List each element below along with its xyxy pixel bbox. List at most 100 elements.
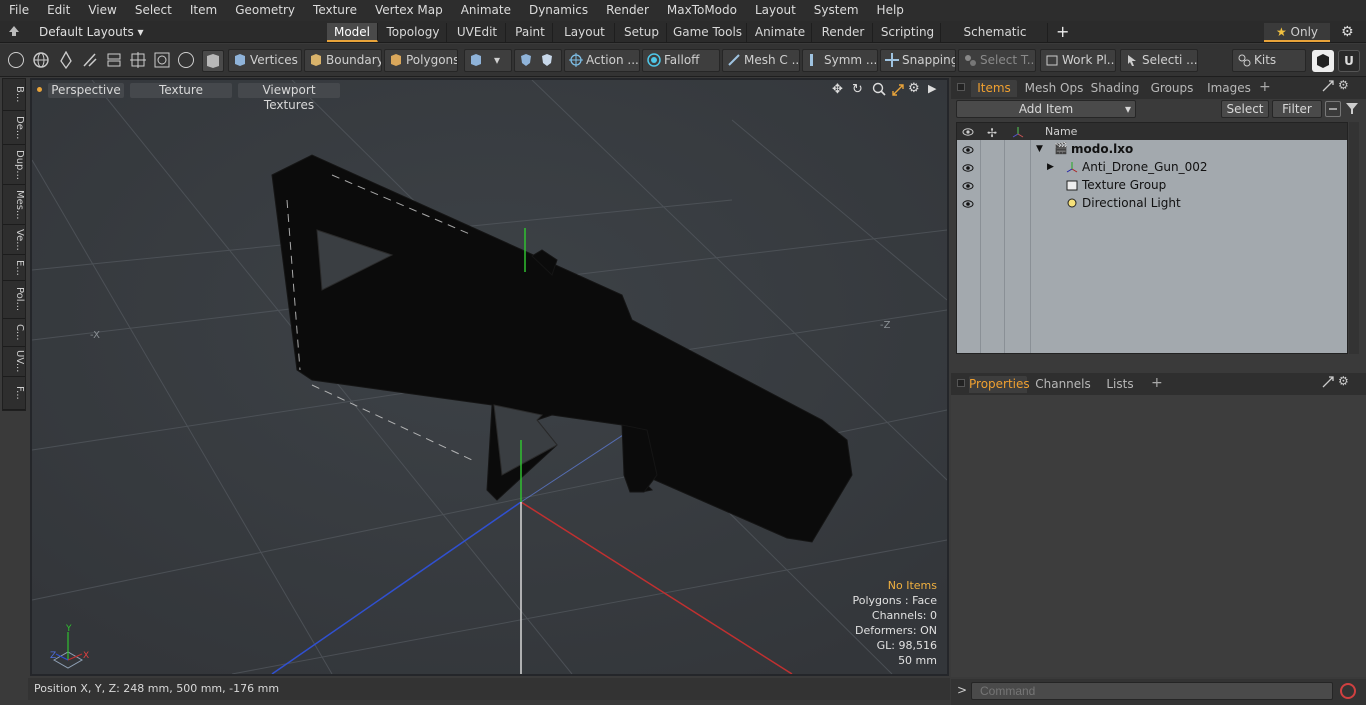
menu-view[interactable]: View — [79, 0, 125, 21]
zoom-view-icon[interactable] — [872, 82, 886, 96]
polygons-button[interactable]: Polygons — [384, 49, 458, 72]
item-row-scene[interactable]: ▼ 🎬 modo.lxo — [957, 140, 1347, 158]
tab-shading[interactable]: Shading — [1089, 80, 1141, 97]
layout-collapse-icon[interactable] — [8, 25, 20, 37]
pen-icon[interactable] — [58, 50, 74, 70]
tab-layout[interactable]: Layout — [555, 23, 615, 42]
move-view-icon[interactable]: ✥ — [832, 82, 843, 97]
tab-basic[interactable]: B... — [3, 79, 25, 111]
add-item-button[interactable]: Add Item ▾ — [956, 100, 1136, 118]
tab-animate[interactable]: Animate — [749, 23, 812, 42]
item-row-directional-light[interactable]: Directional Light — [957, 194, 1347, 212]
tab-polygon[interactable]: Pol... — [3, 281, 25, 319]
tab-properties[interactable]: Properties — [969, 376, 1030, 393]
panel-menu-icon[interactable] — [957, 379, 965, 387]
menu-texture[interactable]: Texture — [304, 0, 366, 21]
tab-uvedit[interactable]: UVEdit — [449, 23, 506, 42]
panel-gear-icon[interactable]: ⚙ — [1338, 78, 1349, 92]
name-column-header[interactable]: Name — [1045, 123, 1077, 140]
boundary-button[interactable]: Boundary — [304, 49, 382, 72]
selection-button[interactable]: Selecti ... — [1120, 49, 1198, 72]
mesh-constraint-button[interactable]: Mesh C ... — [722, 49, 800, 72]
visibility-eye-icon[interactable] — [962, 179, 974, 191]
menu-select[interactable]: Select — [126, 0, 181, 21]
viewport-menu-dot-icon[interactable] — [37, 87, 42, 92]
only-toggle[interactable]: ★ Only — [1264, 23, 1330, 42]
rotate-view-icon[interactable]: ↻ — [852, 82, 863, 97]
menu-edit[interactable]: Edit — [38, 0, 79, 21]
tab-deform[interactable]: De... — [3, 111, 25, 145]
item-list[interactable]: ✢ Name ▼ 🎬 modo.lxo ▶ Anti_Drone_Gun_002… — [956, 122, 1348, 354]
menu-vertex-map[interactable]: Vertex Map — [366, 0, 452, 21]
menu-help[interactable]: Help — [868, 0, 913, 21]
menu-animate[interactable]: Animate — [452, 0, 520, 21]
add-panel-tab-icon[interactable]: + — [1151, 375, 1163, 391]
panel-gear-icon[interactable]: ⚙ — [1338, 374, 1349, 388]
tab-render[interactable]: Render — [814, 23, 873, 42]
viewport-scene[interactable]: -X -Z Y X Z — [32, 80, 947, 674]
kits-button[interactable]: Kits — [1232, 49, 1306, 72]
align-icon[interactable] — [105, 51, 123, 69]
command-input[interactable] — [971, 682, 1333, 700]
tab-schematic-fusion[interactable]: Schematic Fusion — [943, 23, 1048, 58]
item-row-texture-group[interactable]: Texture Group — [957, 176, 1347, 194]
globe-icon[interactable] — [32, 51, 50, 69]
tab-topology[interactable]: Topology — [380, 23, 447, 42]
tab-game-tools[interactable]: Game Tools — [669, 23, 747, 42]
vertices-button[interactable]: Vertices — [228, 49, 302, 72]
modo-cube-icon[interactable] — [1312, 50, 1334, 72]
tab-paint[interactable]: Paint — [508, 23, 553, 42]
center-icon[interactable] — [129, 51, 147, 69]
sculpt-icon[interactable] — [81, 51, 99, 69]
tab-channels[interactable]: Channels — [1035, 376, 1091, 393]
collapse-list-icon[interactable] — [1325, 101, 1341, 117]
add-tab-icon[interactable]: + — [1056, 22, 1069, 41]
tab-duplicate[interactable]: Dup... — [3, 145, 25, 185]
play-arrow-icon[interactable]: ▶ — [928, 82, 936, 95]
panel-menu-icon[interactable] — [957, 83, 965, 91]
visibility-eye-icon[interactable] — [962, 161, 974, 173]
snapping-button[interactable]: Snapping — [880, 49, 956, 72]
menu-item[interactable]: Item — [181, 0, 226, 21]
circle-tool-icon[interactable] — [178, 52, 194, 68]
select-button[interactable]: Select — [1221, 100, 1269, 118]
sphere-select-icon[interactable] — [8, 52, 24, 68]
record-macro-icon[interactable] — [1340, 683, 1356, 699]
expand-triangle-icon[interactable]: ▼ — [1036, 140, 1043, 158]
work-plane-button[interactable]: Work Pl... — [1040, 49, 1116, 72]
menu-layout[interactable]: Layout — [746, 0, 805, 21]
tab-items[interactable]: Items — [971, 80, 1017, 97]
tab-uv[interactable]: UV... — [3, 347, 25, 377]
falloff-button[interactable]: Falloff — [642, 49, 720, 72]
element-icon[interactable] — [153, 51, 171, 69]
visibility-column-icon[interactable] — [962, 126, 974, 138]
menu-geometry[interactable]: Geometry — [226, 0, 304, 21]
gear-icon[interactable]: ⚙ — [1341, 24, 1354, 40]
menu-render[interactable]: Render — [597, 0, 658, 21]
tab-setup[interactable]: Setup — [617, 23, 667, 42]
unreal-icon[interactable]: U — [1338, 50, 1360, 72]
layout-selector[interactable]: Default Layouts ▾ — [39, 24, 144, 40]
menu-dynamics[interactable]: Dynamics — [520, 0, 597, 21]
expand-panel-icon[interactable] — [1321, 79, 1335, 93]
add-panel-tab-icon[interactable]: + — [1259, 79, 1271, 95]
menu-system[interactable]: System — [805, 0, 868, 21]
type-column-icon[interactable] — [1011, 125, 1025, 139]
item-mode-button[interactable]: ▾ — [464, 49, 512, 72]
tab-fusion[interactable]: F... — [3, 377, 25, 410]
tab-images[interactable]: Images — [1203, 80, 1255, 97]
viewport-settings-gear-icon[interactable]: ⚙ — [908, 81, 920, 96]
collapsed-triangle-icon[interactable]: ▶ — [1047, 158, 1054, 176]
tab-mesh-edit[interactable]: Mes... — [3, 185, 25, 225]
visibility-eye-icon[interactable] — [962, 197, 974, 209]
menu-file[interactable]: File — [0, 0, 38, 21]
tab-vertex[interactable]: Ve... — [3, 225, 25, 255]
tab-lists[interactable]: Lists — [1097, 376, 1143, 393]
perspective-button[interactable]: Perspective — [48, 83, 124, 98]
symmetry-button[interactable]: Symm ... — [802, 49, 878, 72]
expand-panel-icon[interactable] — [1321, 375, 1335, 389]
item-list-scrollbar[interactable] — [1349, 122, 1359, 354]
tab-groups[interactable]: Groups — [1147, 80, 1197, 97]
menu-maxtomodo[interactable]: MaxToModo — [658, 0, 746, 21]
texture-mode-button[interactable]: Texture — [130, 83, 232, 98]
